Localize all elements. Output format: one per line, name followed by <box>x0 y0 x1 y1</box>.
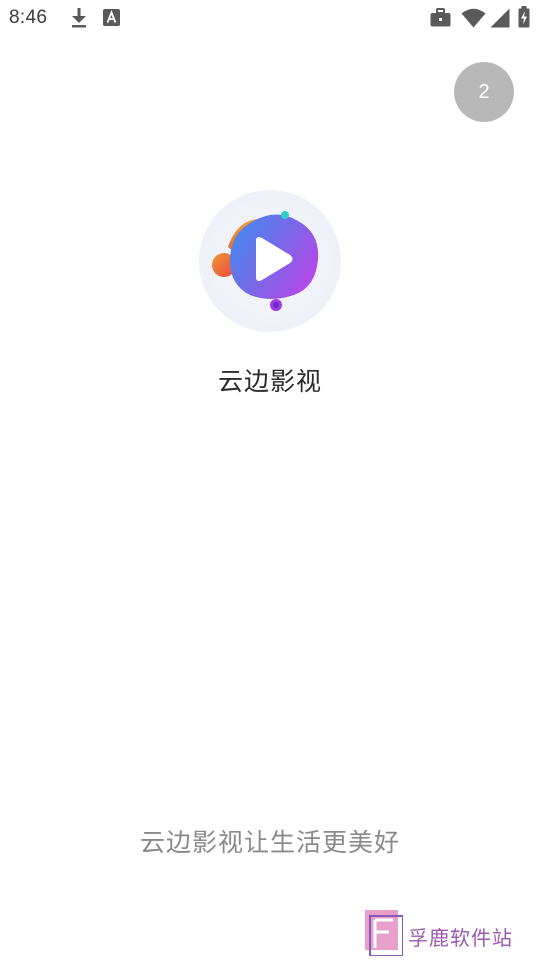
slogan: 云边影视让生活更美好 <box>139 828 400 857</box>
app-name: 云边影视 <box>217 367 322 396</box>
watermark-logo-icon <box>365 910 404 957</box>
briefcase-icon <box>430 8 451 31</box>
skip-countdown-button[interactable]: 2 <box>454 62 514 122</box>
download-icon <box>70 7 88 33</box>
watermark: 孚鹿软件站 <box>365 910 525 958</box>
signal-icon <box>490 8 510 32</box>
battery-icon <box>518 6 530 32</box>
wifi-icon <box>461 8 486 32</box>
text-a-icon <box>103 9 120 30</box>
status-time: 8:46 <box>9 7 48 28</box>
watermark-text: 孚鹿软件站 <box>408 926 513 950</box>
status-bar: 8:46 <box>0 0 540 36</box>
app-logo <box>198 189 342 333</box>
